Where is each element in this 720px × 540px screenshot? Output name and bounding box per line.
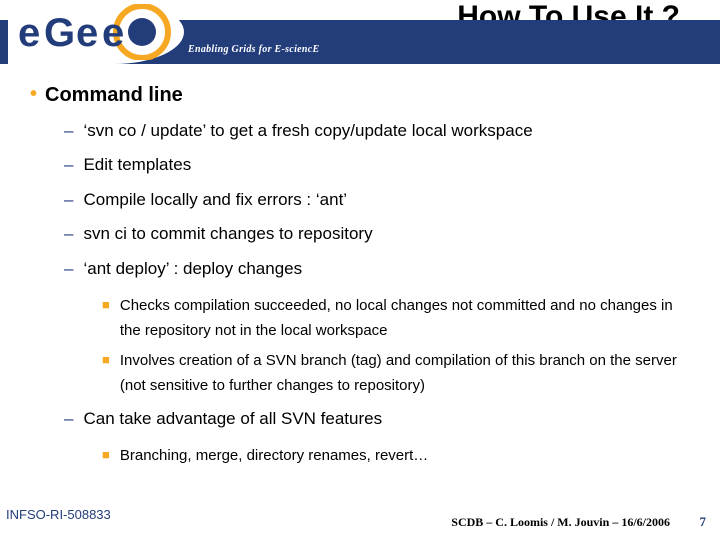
egee-logo: e G e e <box>8 0 184 64</box>
svg-text:G: G <box>44 11 73 55</box>
bullet-l3: ■ Checks compilation succeeded, no local… <box>102 293 690 344</box>
bullet-l2-text: Edit templates <box>83 155 690 175</box>
tagline: Enabling Grids for E-sciencE <box>188 44 319 55</box>
bullet-l2-text: ‘svn co / update’ to get a fresh copy/up… <box>83 121 690 141</box>
bullet-l1-icon: • <box>30 84 37 104</box>
egee-logo-svg: e G e e <box>14 4 174 60</box>
bullet-l2-text: ‘ant deploy’ : deploy changes <box>83 259 690 279</box>
bullet-l1-text: Command line <box>45 84 690 107</box>
dash-icon: – <box>64 155 73 175</box>
bullet-l2: – svn ci to commit changes to repository <box>64 224 690 244</box>
bullet-l2: – ‘ant deploy’ : deploy changes <box>64 259 690 279</box>
bullet-l2-text: Compile locally and fix errors : ‘ant’ <box>83 190 690 210</box>
footer-left: INFSO-RI-508833 <box>6 507 111 522</box>
bullet-l2: – Edit templates <box>64 155 690 175</box>
svg-text:e: e <box>76 11 97 55</box>
slide: How To Use It ? Enabling Grids for E-sci… <box>0 0 720 540</box>
footer-right: SCDB – C. Loomis / M. Jouvin – 16/6/2006 <box>451 515 670 530</box>
svg-text:e: e <box>18 11 39 55</box>
square-icon: ■ <box>102 348 110 373</box>
dash-icon: – <box>64 224 73 244</box>
bullet-l3-text: Checks compilation succeeded, no local c… <box>120 293 690 344</box>
dash-icon: – <box>64 259 73 279</box>
bullet-l3: ■ Branching, merge, directory renames, r… <box>102 443 690 469</box>
bullet-l2-text: Can take advantage of all SVN features <box>83 409 690 429</box>
bullet-l3: ■ Involves creation of a SVN branch (tag… <box>102 348 690 399</box>
bullet-l3-text: Involves creation of a SVN branch (tag) … <box>120 348 690 399</box>
page-number: 7 <box>700 514 707 530</box>
dash-icon: – <box>64 190 73 210</box>
bullet-l2: – ‘svn co / update’ to get a fresh copy/… <box>64 121 690 141</box>
bullet-l2: – Can take advantage of all SVN features <box>64 409 690 429</box>
svg-text:e: e <box>102 11 123 55</box>
content-area: • Command line – ‘svn co / update’ to ge… <box>30 84 690 473</box>
bullet-l3-text: Branching, merge, directory renames, rev… <box>120 443 690 469</box>
bullet-l1: • Command line <box>30 84 690 107</box>
square-icon: ■ <box>102 443 110 468</box>
dash-icon: – <box>64 409 73 429</box>
square-icon: ■ <box>102 293 110 318</box>
dash-icon: – <box>64 121 73 141</box>
bullet-l2: – Compile locally and fix errors : ‘ant’ <box>64 190 690 210</box>
bullet-l2-text: svn ci to commit changes to repository <box>83 224 690 244</box>
